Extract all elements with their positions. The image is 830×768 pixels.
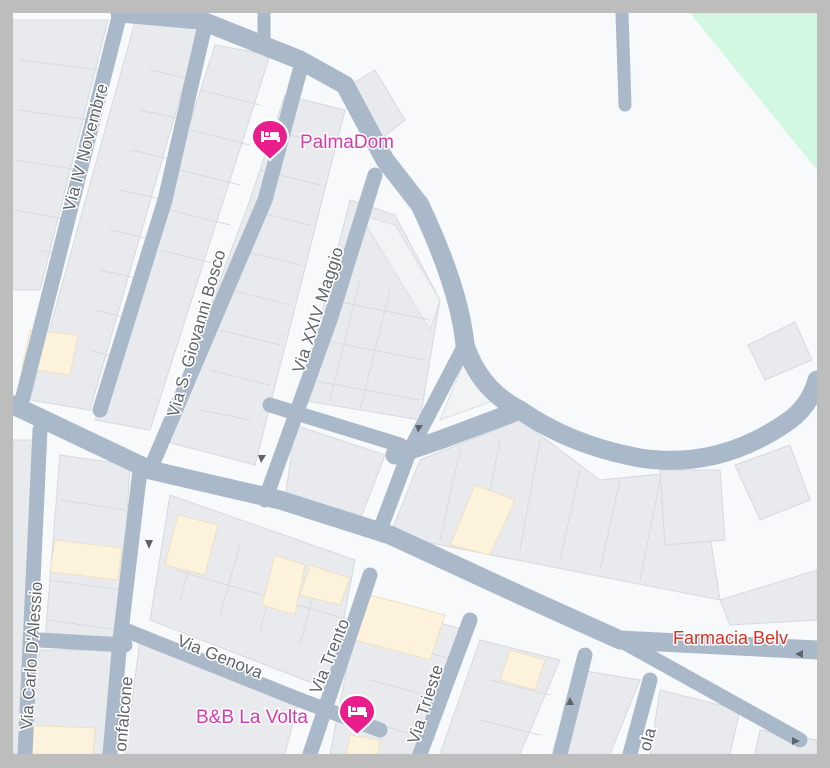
poi-label-farmacia[interactable]: Farmacia Belv [672, 627, 790, 650]
map-canvas[interactable]: Via IV Novembre Via S. Giovanni Bosco Vi… [13, 13, 817, 754]
map-view[interactable]: Via IV Novembre Via S. Giovanni Bosco Vi… [13, 13, 817, 754]
poi-label-bb-la-volta[interactable]: B&B La Volta [195, 706, 310, 730]
poi-label-palmadom[interactable]: PalmaDom [299, 131, 396, 155]
